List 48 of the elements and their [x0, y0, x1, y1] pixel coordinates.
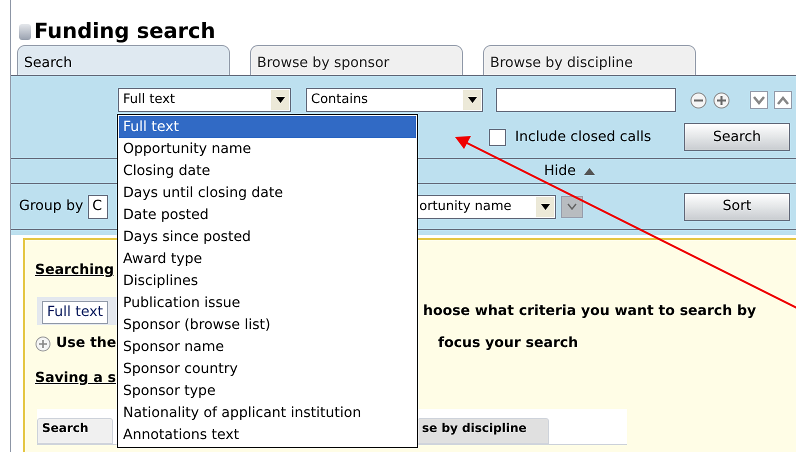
checkbox[interactable]	[489, 128, 506, 146]
minus-icon[interactable]	[690, 92, 707, 108]
search-button[interactable]: Search	[684, 123, 790, 151]
group-by-select[interactable]: C	[88, 194, 108, 218]
move-up-button[interactable]	[774, 91, 792, 109]
group-by-label: Group by	[19, 197, 84, 216]
tab[interactable]: Browse by sponsor	[250, 45, 463, 75]
help-heading: Searching	[35, 261, 114, 280]
operator-select[interactable]: Contains	[306, 88, 483, 112]
plus-icon	[35, 336, 51, 352]
dropdown-option[interactable]: Publication issue	[119, 292, 416, 314]
help-text: focus your search	[438, 334, 578, 353]
dropdown-option[interactable]: Date posted	[119, 204, 416, 226]
dropdown-option[interactable]: Award type	[119, 248, 416, 270]
search-input[interactable]	[496, 88, 676, 112]
dropdown-option[interactable]: Sponsor (browse list)	[119, 314, 416, 336]
plus-icon[interactable]	[713, 92, 730, 108]
chevron-up-icon	[777, 96, 789, 104]
caret-icon	[540, 204, 550, 210]
page-title: Funding search	[34, 21, 216, 42]
dropdown-option[interactable]: Days since posted	[119, 226, 416, 248]
checkbox-label: Include closed calls	[515, 128, 652, 146]
tab[interactable]: Browse by discipline	[483, 45, 696, 75]
database-icon	[19, 24, 31, 40]
dropdown-option[interactable]: Full text	[119, 116, 416, 138]
dropdown-option[interactable]: Sponsor country	[119, 358, 416, 380]
chevron-down-icon	[567, 203, 578, 210]
dropdown-option[interactable]: Closing date	[119, 160, 416, 182]
chevron-down-icon	[753, 96, 765, 104]
move-down-button[interactable]	[750, 91, 768, 109]
tab[interactable]: Search	[17, 45, 230, 75]
field-select[interactable]: Full text	[118, 88, 291, 112]
dropdown-option[interactable]: Disciplines	[119, 270, 416, 292]
help-text: Use the	[56, 334, 118, 353]
caret-icon	[468, 97, 476, 103]
help-text: hoose what criteria you want to search by	[423, 302, 756, 320]
sort-order-button[interactable]	[561, 196, 584, 218]
sort-button[interactable]: Sort	[684, 192, 790, 220]
dropdown-option[interactable]: Nationality of applicant institution	[119, 402, 416, 424]
dropdown-option[interactable]: Annotations text	[119, 424, 416, 446]
dropdown-option[interactable]: Days until closing date	[119, 182, 416, 204]
collapse-icon	[584, 168, 595, 174]
hide-toggle[interactable]: Hide	[544, 160, 595, 182]
help-heading: Saving a s	[35, 369, 116, 388]
dropdown-option[interactable]: Sponsor name	[119, 336, 416, 358]
caret-icon	[276, 97, 284, 103]
dropdown-option[interactable]: Sponsor type	[119, 380, 416, 402]
dropdown-option[interactable]: Opportunity name	[119, 138, 416, 160]
